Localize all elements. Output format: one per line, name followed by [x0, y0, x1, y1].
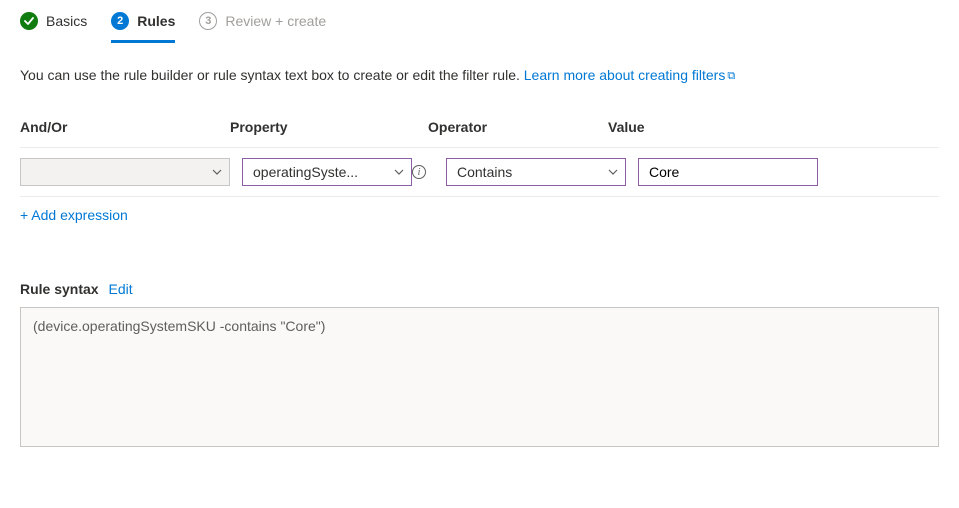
step-number-icon: 3	[199, 12, 217, 30]
add-expression-button[interactable]: + Add expression	[20, 197, 939, 233]
andor-dropdown	[20, 158, 230, 186]
operator-dropdown[interactable]: Contains	[446, 158, 626, 186]
tab-rules-label: Rules	[137, 13, 175, 29]
rule-syntax-value: (device.operatingSystemSKU -contains "Co…	[33, 318, 325, 334]
step-number-icon: 2	[111, 12, 129, 30]
tab-rules[interactable]: 2 Rules	[111, 8, 175, 43]
info-icon[interactable]: i	[412, 165, 426, 179]
chevron-down-icon	[393, 166, 405, 178]
info-text-prefix: You can use the rule builder or rule syn…	[20, 67, 524, 83]
operator-value: Contains	[457, 164, 512, 180]
property-value: operatingSyste...	[253, 164, 358, 180]
rule-header-row: And/Or Property Operator Value	[20, 111, 939, 148]
learn-more-link[interactable]: Learn more about creating filters⧉	[524, 67, 735, 83]
value-input[interactable]	[638, 158, 818, 186]
tab-review-create[interactable]: 3 Review + create	[199, 8, 326, 43]
rule-syntax-box: (device.operatingSystemSKU -contains "Co…	[20, 307, 939, 447]
col-header-andor: And/Or	[20, 119, 230, 135]
tab-basics[interactable]: Basics	[20, 8, 87, 43]
wizard-tabs: Basics 2 Rules 3 Review + create	[20, 0, 939, 51]
check-circle-icon	[20, 12, 38, 30]
edit-link[interactable]: Edit	[108, 281, 132, 297]
col-header-value: Value	[608, 119, 788, 135]
chevron-down-icon	[607, 166, 619, 178]
external-link-icon: ⧉	[727, 70, 735, 82]
chevron-down-icon	[211, 166, 223, 178]
col-header-operator: Operator	[428, 119, 608, 135]
rule-row: operatingSyste... i Contains	[20, 148, 939, 197]
rule-syntax-heading: Rule syntax Edit	[20, 281, 939, 297]
col-header-property: Property	[230, 119, 428, 135]
property-dropdown[interactable]: operatingSyste...	[242, 158, 412, 186]
rule-builder-table: And/Or Property Operator Value operating…	[20, 111, 939, 233]
info-text: You can use the rule builder or rule syn…	[20, 67, 939, 83]
tab-review-label: Review + create	[225, 13, 326, 29]
tab-basics-label: Basics	[46, 13, 87, 29]
rule-syntax-label: Rule syntax	[20, 281, 99, 297]
